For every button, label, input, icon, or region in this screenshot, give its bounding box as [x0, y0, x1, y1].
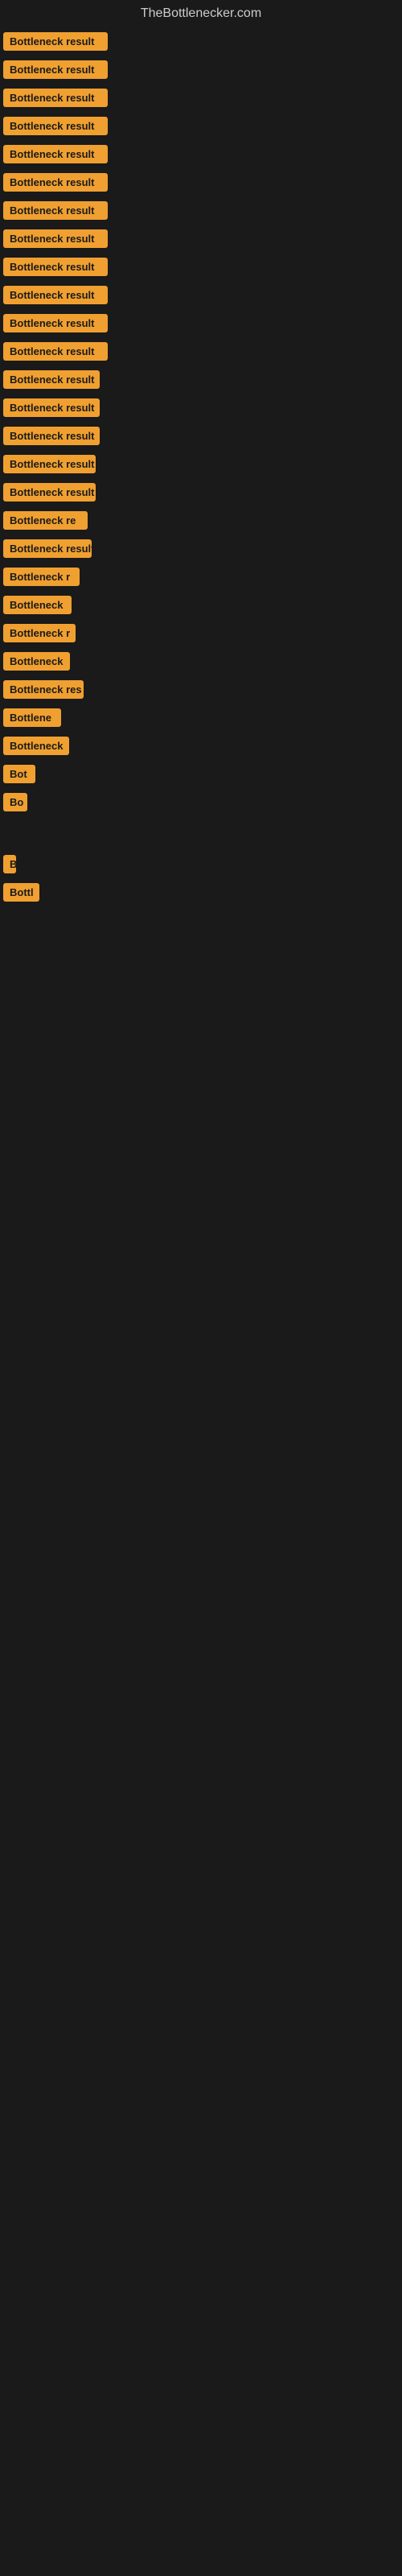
list-item: Bo	[3, 793, 399, 811]
bottleneck-badge[interactable]: Bottleneck result	[3, 342, 108, 361]
list-item: Bottleneck result	[3, 370, 399, 389]
list-item: Bottleneck result	[3, 342, 399, 361]
list-item	[3, 821, 399, 845]
bottleneck-badge[interactable]: Bottleneck result	[3, 258, 108, 276]
bottleneck-badge[interactable]: Bottleneck result	[3, 145, 108, 163]
bottleneck-badge[interactable]: Bottlene	[3, 708, 61, 727]
bottleneck-badge[interactable]: Bottleneck result	[3, 229, 108, 248]
list-item: Bottleneck result	[3, 483, 399, 502]
list-item: Bottleneck result	[3, 32, 399, 51]
list-item	[3, 911, 399, 935]
list-item	[3, 945, 399, 969]
bottleneck-badge[interactable]: Bottleneck result	[3, 483, 96, 502]
site-title: TheBottlenecker.com	[0, 0, 402, 27]
list-item: Bottleneck result	[3, 117, 399, 135]
list-item: Bottleneck result	[3, 89, 399, 107]
list-item: Bottleneck result	[3, 173, 399, 192]
list-item: Bottleneck result	[3, 201, 399, 220]
bottleneck-badge[interactable]: Bottleneck result	[3, 286, 108, 304]
bottleneck-badge[interactable]: Bot	[3, 765, 35, 783]
list-item: Bottleneck result	[3, 314, 399, 332]
bottleneck-badge[interactable]: Bottleneck result	[3, 455, 96, 473]
list-item: B	[3, 855, 399, 873]
list-item: Bottleneck result	[3, 539, 399, 558]
bottleneck-badge[interactable]: Bottleneck result	[3, 314, 108, 332]
bottleneck-badge[interactable]: Bottleneck result	[3, 539, 92, 558]
bottleneck-badge[interactable]: Bottleneck result	[3, 173, 108, 192]
list-item: Bottleneck result	[3, 258, 399, 276]
bottleneck-badge[interactable]: Bottleneck	[3, 737, 69, 755]
list-item: Bottleneck result	[3, 398, 399, 417]
list-item: Bottleneck	[3, 652, 399, 671]
bottleneck-badge[interactable]: Bottleneck re	[3, 511, 88, 530]
bottleneck-badge[interactable]: Bottleneck result	[3, 117, 108, 135]
bottleneck-badge[interactable]: Bottleneck result	[3, 89, 108, 107]
list-item: Bottleneck r	[3, 624, 399, 642]
list-item: Bottleneck res	[3, 680, 399, 699]
bottleneck-badge[interactable]: Bottleneck result	[3, 398, 100, 417]
list-item: Bottleneck r	[3, 568, 399, 586]
list-item: Bottleneck result	[3, 286, 399, 304]
bottleneck-list: Bottleneck result Bottleneck result Bottle…	[0, 27, 402, 1109]
bottleneck-badge[interactable]: Bottl	[3, 883, 39, 902]
list-item: Bottleneck result	[3, 455, 399, 473]
list-item	[3, 979, 399, 1003]
list-item: Bottleneck result	[3, 427, 399, 445]
bottleneck-badge[interactable]: Bottleneck r	[3, 568, 80, 586]
bottleneck-badge[interactable]: Bottleneck result	[3, 370, 100, 389]
list-item	[3, 1013, 399, 1037]
bottleneck-badge[interactable]: Bottleneck r	[3, 624, 76, 642]
list-item: Bot	[3, 765, 399, 783]
list-item: Bottleneck	[3, 737, 399, 755]
bottleneck-badge[interactable]: Bottleneck result	[3, 32, 108, 51]
bottleneck-badge[interactable]: B	[3, 855, 16, 873]
list-item: Bottleneck result	[3, 229, 399, 248]
list-item	[3, 1046, 399, 1071]
bottleneck-badge[interactable]: Bottleneck result	[3, 60, 108, 79]
bottleneck-badge[interactable]: Bottleneck	[3, 596, 72, 614]
list-item	[3, 1080, 399, 1104]
bottleneck-badge[interactable]: Bottleneck result	[3, 201, 108, 220]
list-item: Bottleneck	[3, 596, 399, 614]
bottleneck-badge[interactable]: Bo	[3, 793, 27, 811]
list-item: Bottleneck result	[3, 60, 399, 79]
list-item: Bottleneck re	[3, 511, 399, 530]
list-item: Bottlene	[3, 708, 399, 727]
list-item: Bottleneck result	[3, 145, 399, 163]
list-item: Bottl	[3, 883, 399, 902]
bottleneck-badge[interactable]: Bottleneck result	[3, 427, 100, 445]
bottleneck-badge[interactable]: Bottleneck	[3, 652, 70, 671]
bottleneck-badge[interactable]: Bottleneck res	[3, 680, 84, 699]
